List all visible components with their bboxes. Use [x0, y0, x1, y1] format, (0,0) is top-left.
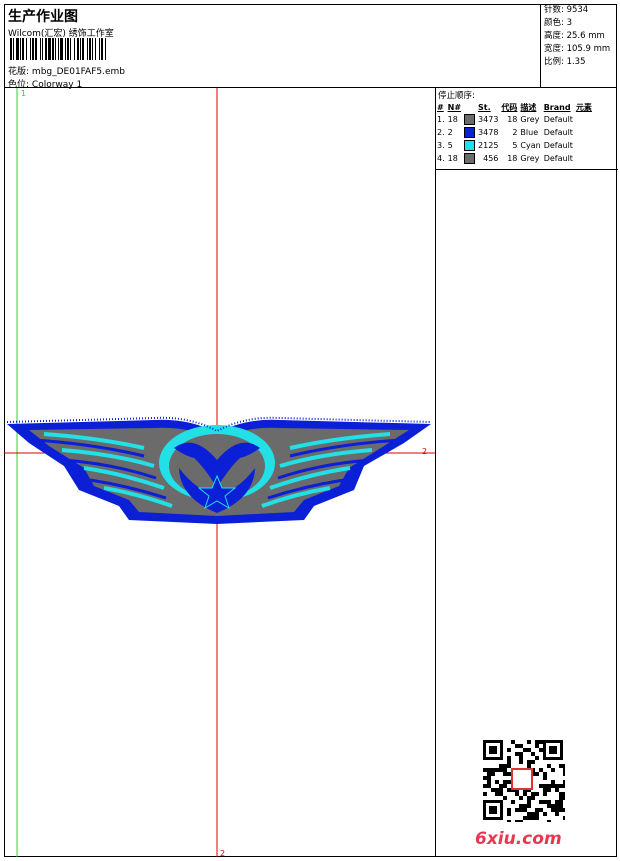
row-swatch [464, 126, 478, 139]
row-description: Grey [520, 115, 540, 124]
row-swatch [464, 139, 478, 152]
row-description: Grey [520, 154, 540, 163]
row-swatch [464, 113, 478, 126]
row-description: Cyan [520, 141, 541, 150]
row-stitches: 456 [483, 154, 499, 163]
embroidery-preview: 1 2 2 [4, 88, 435, 858]
row-needle: 5 [447, 141, 453, 150]
design-label: 花版: [8, 67, 30, 77]
row-element [576, 126, 595, 139]
red-horizontal-guide-label: 2 [422, 447, 427, 456]
stop-sequence-title: 停止顺序: [438, 91, 475, 101]
col-header-description: 描述 [520, 102, 537, 112]
row-index: 4. [437, 154, 445, 163]
design-file: mbg_DE01FAF5.emb [31, 67, 125, 77]
header-section: 生产作业图 Wilcom(汇宏) 绣饰工作室 花版: mbg_DE01FAF5.… [4, 4, 617, 90]
row-index: 2. [437, 128, 445, 137]
stat-stitches: 针数: 9534 [544, 5, 589, 15]
stop-sequence-table: # N# St. 代码 描述 Brand 元素 1. 18 3473 18 Gr… [437, 101, 595, 165]
row-stitches: 2125 [478, 141, 499, 150]
row-description: Blue [520, 128, 539, 137]
design-canvas: 1 2 2 [4, 88, 435, 858]
row-stitches: 3473 [478, 115, 499, 124]
color-swatch-icon [464, 127, 476, 138]
table-row: 1. 18 3473 18 Grey Default [437, 113, 595, 126]
row-needle: 2 [447, 128, 453, 137]
row-swatch [464, 152, 478, 165]
row-element [576, 113, 595, 126]
stat-height: 高度: 25.6 mm [544, 31, 605, 41]
col-header-stitches: St. [478, 102, 491, 112]
table-header-row: # N# St. 代码 描述 Brand 元素 [437, 101, 595, 113]
stats-box: 针数: 9534 颜色: 3 高度: 25.6 mm 宽度: 105.9 mm … [540, 4, 617, 88]
row-brand: Default [543, 115, 573, 124]
green-guide-label: 1 [21, 89, 26, 98]
wing-emblem [6, 416, 432, 524]
barcode [10, 38, 106, 60]
seal-stamp-icon [511, 768, 533, 790]
site-watermark: 6xiu.com [475, 829, 562, 849]
row-code: 5 [512, 141, 518, 150]
row-index: 3. [437, 141, 445, 150]
row-brand: Default [543, 128, 573, 137]
stat-colors: 颜色: 3 [544, 18, 572, 28]
row-code: 18 [507, 115, 518, 124]
col-header-code: 代码 [501, 102, 518, 112]
stat-ratio: 比例: 1.35 [544, 57, 586, 67]
color-swatch-icon [464, 114, 476, 125]
row-code: 18 [507, 154, 518, 163]
row-brand: Default [543, 154, 573, 163]
table-row: 2. 2 3478 2 Blue Default [437, 126, 595, 139]
row-element [576, 139, 595, 152]
row-stitches: 3478 [478, 128, 499, 137]
row-brand: Default [543, 141, 573, 150]
table-row: 4. 18 456 18 Grey Default [437, 152, 595, 165]
row-code: 2 [512, 128, 518, 137]
row-element [576, 152, 595, 165]
col-header-needle: N# [447, 102, 462, 112]
design-file-line: 花版: mbg_DE01FAF5.emb [8, 64, 125, 77]
row-index: 1. [437, 115, 445, 124]
col-header-index: # [437, 102, 444, 112]
col-header-brand: Brand [543, 102, 571, 112]
stop-sequence-box: 停止顺序: # N# St. 代码 描述 Brand 元素 1. 18 3473… [436, 88, 618, 170]
col-header-element: 元素 [575, 102, 592, 112]
row-needle: 18 [447, 154, 458, 163]
red-vertical-guide-label: 2 [220, 849, 225, 857]
page-title: 生产作业图 [8, 9, 78, 25]
stat-width: 宽度: 105.9 mm [544, 44, 611, 54]
color-swatch-icon [464, 153, 476, 164]
color-swatch-icon [464, 140, 476, 151]
table-row: 3. 5 2125 5 Cyan Default [437, 139, 595, 152]
row-needle: 18 [447, 115, 458, 124]
col-header-swatch [464, 101, 478, 113]
